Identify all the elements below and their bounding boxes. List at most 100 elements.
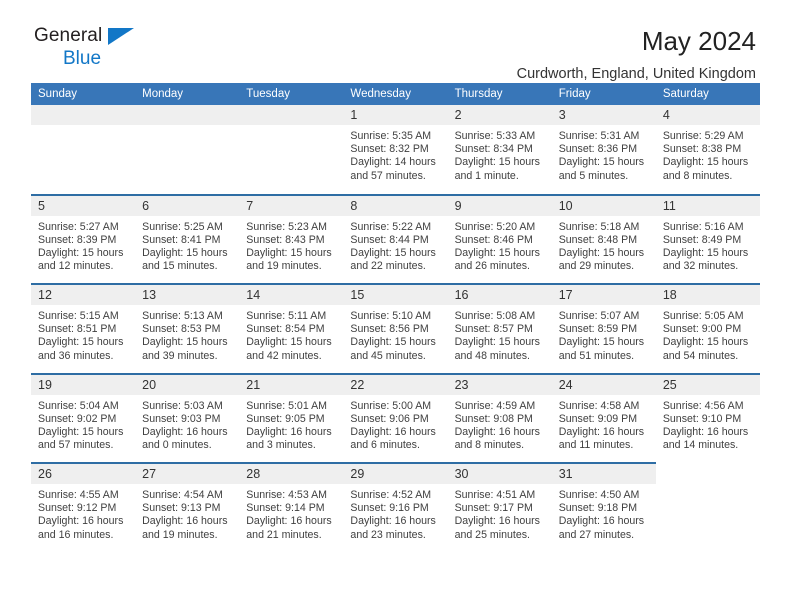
calendar-day-cell[interactable]: 24 Sunrise: 4:58 AM Sunset: 9:09 PM Dayligh…: [551, 372, 656, 463]
day-details: Sunrise: 5:20 AM Sunset: 8:46 PM Daylight:…: [448, 216, 552, 274]
sunrise-text: Sunrise: 5:04 AM: [38, 399, 119, 412]
day-details: Sunrise: 5:35 AM Sunset: 8:32 PM Daylight:…: [343, 125, 447, 183]
day-details: Sunrise: 4:50 AM Sunset: 9:18 PM Daylight:…: [552, 484, 656, 542]
sunrise-text: Sunrise: 4:52 AM: [350, 489, 432, 501]
sunrise-text: Sunrise: 5:15 AM: [38, 310, 119, 322]
sunset-text: Sunset: 8:43 PM: [246, 233, 325, 246]
sunrise-text: Sunrise: 5:00 AM: [350, 399, 432, 412]
sunrise-text: Sunrise: 4:53 AM: [246, 489, 327, 501]
day-details: Sunrise: 5:13 AM Sunset: 8:53 PM Daylight:…: [135, 305, 239, 363]
calendar-day-cell[interactable]: 25 Sunrise: 4:56 AM Sunset: 9:10 PM Dayligh…: [655, 372, 760, 463]
daylight-text: Daylight: 15 hours and 36 minutes.: [38, 336, 124, 362]
day-number: 8: [343, 195, 448, 216]
daylight-text: Daylight: 16 hours and 0 minutes.: [142, 425, 228, 452]
calendar-day-cell[interactable]: 5 Sunrise: 5:27 AM Sunset: 8:39 PM Daylight…: [31, 193, 136, 284]
calendar-day-cell[interactable]: 26 Sunrise: 4:55 AM Sunset: 9:12 PM Dayligh…: [31, 462, 136, 553]
weekday-header-monday: Monday: [135, 83, 240, 105]
day-details: Sunrise: 4:55 AM Sunset: 9:12 PM Daylight:…: [31, 484, 135, 542]
weekday-header-sunday: Sunday: [31, 83, 136, 105]
day-details: Sunrise: 5:29 AM Sunset: 8:38 PM Daylight:…: [656, 125, 760, 183]
title-block: May 2024 Curdworth, England, United King…: [517, 26, 756, 82]
calendar-day-cell[interactable]: 8 Sunrise: 5:22 AM Sunset: 8:44 PM Daylight…: [343, 193, 448, 284]
sunrise-text: Sunrise: 4:55 AM: [38, 489, 119, 501]
weekday-header-row: Sunday Monday Tuesday Wednesday Thursday…: [31, 83, 760, 105]
day-number: 23: [447, 374, 552, 395]
sunrise-text: Sunrise: 5:23 AM: [246, 220, 327, 233]
sunset-text: Sunset: 9:03 PM: [142, 412, 221, 425]
daylight-text: Daylight: 15 hours and 42 minutes.: [246, 336, 332, 362]
day-number: 30: [447, 464, 552, 484]
calendar-day-cell[interactable]: 6 Sunrise: 5:25 AM Sunset: 8:41 PM Daylight…: [135, 193, 240, 284]
sunset-text: Sunset: 8:36 PM: [558, 143, 638, 156]
sunrise-text: Sunrise: 5:16 AM: [662, 220, 744, 233]
calendar-day-cell[interactable]: 20 Sunrise: 5:03 AM Sunset: 9:03 PM Dayligh…: [135, 372, 240, 463]
daylight-text: Daylight: 16 hours and 21 minutes.: [246, 515, 332, 541]
sunset-text: Sunset: 8:32 PM: [350, 143, 429, 156]
daylight-text: Daylight: 16 hours and 16 minutes.: [38, 515, 124, 541]
calendar-day-cell[interactable]: 3 Sunrise: 5:31 AM Sunset: 8:36 PM Daylight…: [551, 105, 656, 195]
sunset-text: Sunset: 8:51 PM: [38, 323, 117, 336]
weekday-header-wednesday: Wednesday: [343, 83, 448, 105]
calendar-day-cell[interactable]: 30 Sunrise: 4:51 AM Sunset: 9:17 PM Dayligh…: [447, 462, 552, 553]
calendar-day-cell[interactable]: 22 Sunrise: 5:00 AM Sunset: 9:06 PM Dayligh…: [343, 372, 448, 463]
sunrise-text: Sunrise: 5:33 AM: [454, 130, 536, 142]
calendar-day-cell[interactable]: 4 Sunrise: 5:29 AM Sunset: 8:38 PM Daylight…: [655, 105, 760, 195]
calendar-day-cell[interactable]: 10 Sunrise: 5:18 AM Sunset: 8:48 PM Dayligh…: [551, 193, 656, 284]
calendar-day-cell[interactable]: 2 Sunrise: 5:33 AM Sunset: 8:34 PM Daylight…: [447, 105, 552, 195]
sunset-text: Sunset: 9:10 PM: [662, 412, 742, 425]
day-details: Sunrise: 4:58 AM Sunset: 9:09 PM Daylight:…: [552, 395, 656, 453]
daylight-text: Daylight: 15 hours and 26 minutes.: [454, 246, 540, 273]
calendar-day-cell[interactable]: 23 Sunrise: 4:59 AM Sunset: 9:08 PM Dayligh…: [447, 372, 552, 463]
calendar-day-cell[interactable]: 9 Sunrise: 5:20 AM Sunset: 8:46 PM Daylight…: [447, 193, 552, 284]
calendar-day-cell[interactable]: 13 Sunrise: 5:13 AM Sunset: 8:53 PM Dayligh…: [135, 283, 240, 374]
sunrise-text: Sunrise: 5:31 AM: [558, 130, 640, 142]
sunrise-text: Sunrise: 5:22 AM: [350, 220, 432, 233]
day-details: Sunrise: 4:54 AM Sunset: 9:13 PM Daylight:…: [135, 484, 239, 542]
calendar-day-cell[interactable]: 14 Sunrise: 5:11 AM Sunset: 8:54 PM Dayligh…: [239, 283, 344, 374]
day-details: Sunrise: 5:15 AM Sunset: 8:51 PM Daylight:…: [31, 305, 135, 363]
calendar-day-cell[interactable]: 1 Sunrise: 5:35 AM Sunset: 8:32 PM Daylight…: [343, 105, 448, 195]
day-number: 20: [135, 374, 240, 395]
calendar-day-cell[interactable]: 28 Sunrise: 4:53 AM Sunset: 9:14 PM Dayligh…: [239, 462, 344, 553]
generalblue-logo[interactable]: General Blue: [34, 26, 144, 72]
sunrise-text: Sunrise: 5:01 AM: [246, 399, 327, 412]
calendar-day-cell[interactable]: 21 Sunrise: 5:01 AM Sunset: 9:05 PM Dayligh…: [239, 372, 344, 463]
sunset-text: Sunset: 8:39 PM: [38, 233, 117, 246]
daylight-text: Daylight: 15 hours and 48 minutes.: [454, 336, 540, 362]
weekday-header-saturday: Saturday: [655, 83, 760, 105]
calendar-day-cell[interactable]: 12 Sunrise: 5:15 AM Sunset: 8:51 PM Dayligh…: [31, 283, 136, 374]
daylight-text: Daylight: 15 hours and 32 minutes.: [662, 246, 749, 273]
daylight-text: Daylight: 15 hours and 45 minutes.: [350, 336, 436, 362]
sunset-text: Sunset: 9:12 PM: [38, 502, 117, 515]
sunset-text: Sunset: 8:49 PM: [662, 233, 742, 246]
logo-text-blue: Blue: [63, 48, 102, 69]
daylight-text: Daylight: 16 hours and 23 minutes.: [350, 515, 436, 541]
day-details: Sunrise: 5:08 AM Sunset: 8:57 PM Daylight:…: [448, 305, 552, 363]
sunrise-text: Sunrise: 4:51 AM: [454, 489, 536, 501]
calendar-day-cell[interactable]: 11 Sunrise: 5:16 AM Sunset: 8:49 PM Dayligh…: [655, 193, 760, 284]
calendar-day-cell[interactable]: 7 Sunrise: 5:23 AM Sunset: 8:43 PM Daylight…: [239, 193, 344, 284]
calendar-day-cell[interactable]: 15 Sunrise: 5:10 AM Sunset: 8:56 PM Dayligh…: [343, 283, 448, 374]
day-details: Sunrise: 4:51 AM Sunset: 9:17 PM Daylight:…: [448, 484, 552, 542]
day-details: Sunrise: 5:05 AM Sunset: 9:00 PM Daylight:…: [656, 305, 760, 363]
calendar-day-cell[interactable]: 16 Sunrise: 5:08 AM Sunset: 8:57 PM Dayligh…: [447, 283, 552, 374]
calendar-week-row: 5 Sunrise: 5:27 AM Sunset: 8:39 PM Daylight…: [31, 193, 760, 284]
day-details: Sunrise: 5:25 AM Sunset: 8:41 PM Daylight:…: [135, 216, 239, 274]
calendar-body: 1 Sunrise: 5:35 AM Sunset: 8:32 PM Daylight…: [31, 105, 760, 553]
calendar-day-cell[interactable]: 17 Sunrise: 5:07 AM Sunset: 8:59 PM Dayligh…: [551, 283, 656, 374]
page-subtitle: Curdworth, England, United Kingdom: [516, 66, 756, 83]
sunset-text: Sunset: 8:56 PM: [350, 323, 429, 336]
calendar-day-cell[interactable]: 27 Sunrise: 4:54 AM Sunset: 9:13 PM Dayligh…: [135, 462, 240, 553]
calendar-day-cell[interactable]: 18 Sunrise: 5:05 AM Sunset: 9:00 PM Dayligh…: [655, 283, 760, 374]
sunrise-text: Sunrise: 5:07 AM: [558, 310, 640, 322]
calendar-week-row: 19 Sunrise: 5:04 AM Sunset: 9:02 PM Dayligh…: [31, 372, 760, 463]
calendar-day-cell[interactable]: 29 Sunrise: 4:52 AM Sunset: 9:16 PM Dayligh…: [343, 462, 448, 553]
calendar-day-cell[interactable]: 19 Sunrise: 5:04 AM Sunset: 9:02 PM Dayligh…: [31, 372, 136, 463]
calendar-day-cell[interactable]: 31 Sunrise: 4:50 AM Sunset: 9:18 PM Dayligh…: [551, 462, 656, 553]
day-details: Sunrise: 5:03 AM Sunset: 9:03 PM Daylight:…: [135, 395, 239, 453]
daylight-text: Daylight: 14 hours and 57 minutes.: [350, 156, 436, 182]
day-details: Sunrise: 5:01 AM Sunset: 9:05 PM Daylight:…: [239, 395, 343, 453]
day-number: 3: [551, 105, 656, 125]
sunset-text: Sunset: 9:06 PM: [350, 412, 429, 425]
day-number-placeholder: [135, 105, 240, 125]
